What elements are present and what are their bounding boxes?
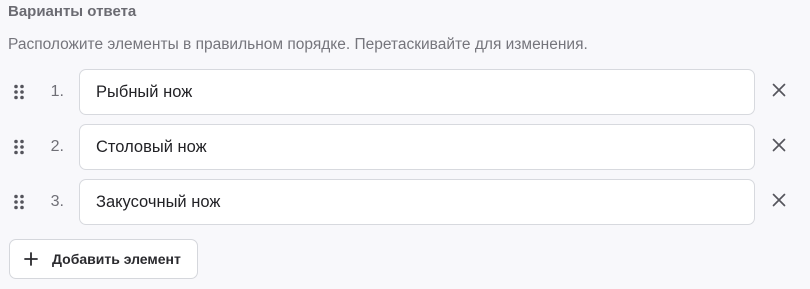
close-icon	[772, 83, 786, 102]
drag-handle-icon[interactable]	[13, 139, 25, 155]
remove-option-button[interactable]	[768, 191, 790, 213]
drag-handle-icon[interactable]	[13, 84, 25, 100]
option-input[interactable]	[79, 69, 755, 115]
add-item-button[interactable]: Добавить элемент	[9, 239, 198, 279]
option-input[interactable]	[79, 179, 755, 225]
drag-handle-icon[interactable]	[13, 194, 25, 210]
add-item-label: Добавить элемент	[52, 251, 181, 267]
option-row: 3.	[0, 179, 810, 225]
section-title: Варианты ответа	[8, 3, 137, 20]
close-icon	[772, 193, 786, 212]
remove-option-button[interactable]	[768, 136, 790, 158]
answer-options-panel: Варианты ответа Расположите элементы в п…	[0, 0, 810, 289]
plus-icon	[24, 252, 38, 266]
remove-option-button[interactable]	[768, 81, 790, 103]
option-number: 2.	[50, 138, 64, 155]
option-row: 2.	[0, 124, 810, 170]
option-input[interactable]	[79, 124, 755, 170]
option-row: 1.	[0, 69, 810, 115]
option-number: 1.	[50, 83, 64, 100]
option-number: 3.	[50, 193, 64, 210]
instructions-text: Расположите элементы в правильном порядк…	[8, 36, 588, 53]
close-icon	[772, 138, 786, 157]
